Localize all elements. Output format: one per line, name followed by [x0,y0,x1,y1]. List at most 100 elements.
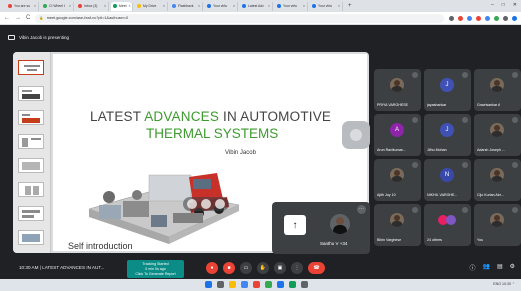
mic-muted-icon [412,207,418,213]
camera-off-icon[interactable]: ■ [223,262,235,274]
extension-icon[interactable] [485,15,490,21]
browser-tab[interactable]: Flashback × [170,1,203,11]
forward-icon[interactable]: → [15,15,21,21]
mic-muted-icon [412,72,418,78]
tab-favicon-icon [242,4,246,8]
extension-icon[interactable] [512,15,517,21]
taskbar-app-icon[interactable] [205,281,212,288]
mic-muted-icon [512,72,518,78]
mic-muted-icon [412,162,418,168]
slide-thumbnail [18,60,44,75]
taskbar-app-icon[interactable] [217,281,224,288]
participant-tile[interactable]: 24 others [424,204,471,246]
tab-close-icon[interactable]: × [338,4,340,8]
tab-label: Meet [119,4,127,8]
captions-icon[interactable]: ▭ [240,262,252,274]
browser-tab[interactable]: Meet × [111,1,133,11]
tab-close-icon[interactable]: × [34,4,36,8]
participant-name: Santhu V +34 [320,241,348,246]
avatar [330,214,350,234]
participant-tile[interactable]: Jjayashankar [424,69,471,111]
tracking-button[interactable]: Tracking Started 0 min 0s ago Click To G… [127,260,184,278]
extension-icon[interactable] [503,15,508,21]
close-icon[interactable]: ✕ [513,2,517,8]
people-icon[interactable]: 👥 [482,263,489,272]
meet-stage: Vibin Jacob is presenting LATEST ADVANCE… [0,25,521,257]
slide-thumbnail [18,110,44,125]
raise-hand-icon[interactable]: ✋ [257,262,269,274]
participant-name: Arun Ravikumar... [377,148,406,152]
extension-icon[interactable] [494,15,499,21]
browser-tab[interactable]: Inbox (3) × [76,1,109,11]
taskbar-app-icon[interactable] [265,281,272,288]
browser-tab-bar: You are su × CI Wheel t × Inbox (3) × Meet × My … [0,0,521,12]
tab-close-icon[interactable]: × [163,4,165,8]
floating-button[interactable] [342,121,370,149]
participant-name: 24 others [427,238,442,242]
participant-name: Gowrisankar A [477,103,501,107]
participant-tile[interactable]: A Arun Ravikumar... [374,114,421,156]
participant-tile[interactable]: Adarsh Joseph ... [474,114,521,156]
avatar-initial: A [390,123,404,137]
participant-tile[interactable]: Gowrisankar A [474,69,521,111]
participant-name: Jithu Mohan [427,148,447,152]
participant-tile[interactable]: You [474,204,521,246]
tab-close-icon[interactable]: × [129,4,131,8]
browser-tab[interactable]: CI Wheel t × [41,1,74,11]
browser-tab[interactable]: Your virtu × [310,1,343,11]
taskbar-app-icon[interactable] [301,281,308,288]
new-tab-icon[interactable]: + [348,3,352,9]
activities-icon[interactable]: ⚙ [510,263,515,272]
pin-icon[interactable] [187,199,197,209]
extension-icon[interactable] [449,15,454,21]
extension-icon[interactable] [458,15,463,21]
extension-icon[interactable] [476,15,481,21]
mic-muted-icon [462,162,468,168]
browser-tab[interactable]: Your virtu × [275,1,308,11]
taskbar-app-icon[interactable] [277,281,284,288]
tab-close-icon[interactable]: × [104,4,106,8]
more-icon[interactable]: ⋯ [357,205,366,214]
participant-tile[interactable]: PRIYA VARGHESE [374,69,421,111]
participant-tile[interactable]: N NIKHIL VARGHE... [424,159,471,201]
present-icon[interactable]: ▣ [274,262,286,274]
tab-favicon-icon [78,4,82,8]
reload-icon[interactable]: C [26,15,30,21]
browser-tab[interactable]: My Drive × [135,1,168,11]
more-options-icon[interactable] [215,199,225,209]
browser-tab[interactable]: Your virtu × [205,1,238,11]
participant-tile[interactable]: J Jithu Mohan [424,114,471,156]
participant-tile[interactable]: Cijo Kurian Abr... [474,159,521,201]
tab-favicon-icon [113,4,117,8]
end-call-icon[interactable]: ☎ [308,262,325,274]
tab-close-icon[interactable]: × [198,4,200,8]
participant-tile[interactable]: Bibin Varghese [374,204,421,246]
fullscreen-icon[interactable] [201,199,211,209]
back-icon[interactable]: ← [4,15,10,21]
extension-icon[interactable] [467,15,472,21]
maximize-icon[interactable]: □ [502,2,505,8]
more-options-icon[interactable]: ⋮ [291,262,303,274]
taskbar-app-icon[interactable] [253,281,260,288]
taskbar-app-icon[interactable] [229,281,236,288]
browser-tab[interactable]: Latest Adv × [240,1,273,11]
tab-label: Flashback [178,4,194,8]
present-screen-icon[interactable]: ↑ [284,215,306,235]
tab-close-icon[interactable]: × [69,4,71,8]
tab-close-icon[interactable]: × [268,4,270,8]
slide-thumbnail [18,134,44,149]
participant-tile[interactable]: Ajith Joy 10 [374,159,421,201]
url-input[interactable]: 🔒 meet.google.com/ase-fxwf-nc?pli=1&auth… [35,13,444,23]
info-icon[interactable]: ⓘ [469,263,475,272]
browser-tab[interactable]: You are su × [6,1,39,11]
others-avatars-icon [438,213,458,227]
minimize-icon[interactable]: – [491,2,494,8]
self-view-tile[interactable]: ↑ Santhu V +34 ⋯ [272,202,370,254]
taskbar-app-icon[interactable] [241,281,248,288]
tab-close-icon[interactable]: × [303,4,305,8]
mic-off-icon[interactable]: ● [206,262,218,274]
taskbar-app-icon[interactable] [289,281,296,288]
tab-close-icon[interactable]: × [233,4,235,8]
chat-icon[interactable]: ▤ [497,263,503,272]
tab-favicon-icon [207,4,211,8]
